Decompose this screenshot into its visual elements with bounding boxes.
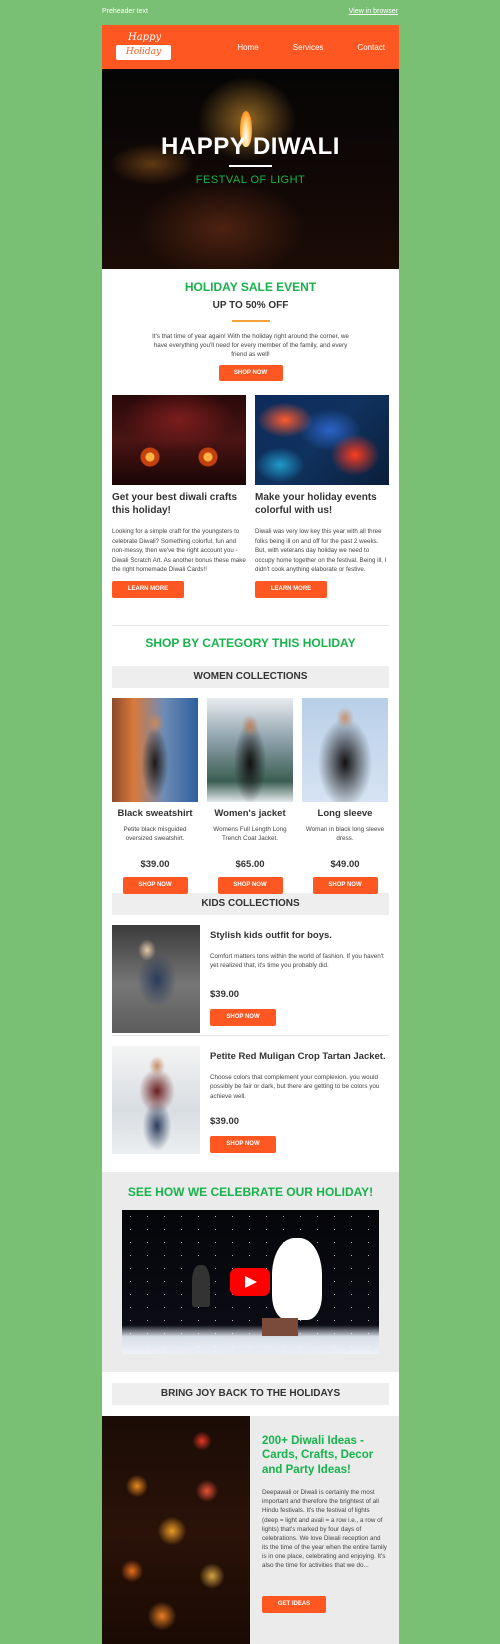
product-image[interactable]: [207, 698, 293, 802]
article-crafts: Get your best diwali crafts this holiday…: [112, 395, 246, 599]
robot-figure-image: [272, 1238, 322, 1320]
product-image[interactable]: [112, 1046, 200, 1154]
sale-subtitle: UP TO 50% OFF: [212, 300, 289, 311]
sale-section: HOLIDAY SALE EVENT UP TO 50% OFF It's th…: [102, 269, 399, 395]
preheader: Preheader text View in browser: [102, 0, 398, 22]
product-card: Long sleeve Woman in black long sleeve d…: [302, 698, 388, 894]
chimney-image: [262, 1318, 298, 1336]
product-name: Long sleeve: [317, 808, 373, 819]
hero-divider: [229, 165, 272, 167]
hero-title: HAPPY DIWALI: [161, 133, 340, 160]
product-price: $39.00: [140, 859, 170, 870]
shop-now-button[interactable]: SHOP NOW: [312, 877, 378, 894]
logo[interactable]: Happy Holiday: [116, 31, 171, 63]
article-body: Looking for a simple craft for the young…: [112, 528, 246, 574]
sale-title: HOLIDAY SALE EVENT: [184, 280, 317, 294]
shop-now-button[interactable]: SHOP NOW: [210, 1008, 276, 1026]
shop-now-button[interactable]: SHOP NOW: [210, 1135, 276, 1153]
sale-divider: [231, 320, 270, 322]
joy-section: 200+ Diwali Ideas - Cards, Crafts, Decor…: [102, 1416, 399, 1644]
product-name: Petite Red Muligan Crop Tartan Jacket.: [210, 1051, 386, 1062]
kid-product-info: Stylish kids outfit for boys. Comfort ma…: [210, 930, 388, 1026]
email-body: Happy Holiday Home Services Contact HAPP…: [102, 25, 399, 1644]
learn-more-button[interactable]: LEARN MORE: [255, 581, 327, 599]
product-image[interactable]: [112, 925, 200, 1033]
joy-heading-text: 200+ Diwali Ideas - Cards, Crafts, Decor…: [262, 1435, 374, 1476]
get-ideas-button[interactable]: GET IDEAS: [262, 1596, 326, 1614]
preheader-text: Preheader text: [102, 7, 148, 15]
product-card: Black sweatshirt Petite black misguided …: [112, 698, 198, 894]
page: Preheader text View in browser Happy Hol…: [0, 0, 500, 1644]
product-price: $39.00: [210, 988, 240, 1000]
logo-line1: Happy: [128, 32, 162, 43]
articles: Get your best diwali crafts this holiday…: [102, 395, 399, 625]
product-price: $65.00: [235, 859, 265, 870]
celebrate-title: SEE HOW WE CELEBRATE OUR HOLIDAY!: [127, 1185, 374, 1199]
learn-more-button[interactable]: LEARN MORE: [112, 581, 184, 599]
hero-subtitle: FESTVAL OF LIGHT: [195, 174, 306, 186]
article-colorful: Make your holiday events colorful with u…: [255, 395, 389, 599]
child-figure-image: [192, 1265, 210, 1307]
nav-contact[interactable]: Contact: [357, 43, 385, 52]
product-desc: Petite black misguided oversized sweatsh…: [123, 826, 187, 843]
hero-banner: HAPPY DIWALI FESTVAL OF LIGHT: [102, 69, 399, 269]
kids-collections-heading: KIDS COLLECTIONS: [112, 893, 389, 915]
article-title: Make your holiday events colorful with u…: [255, 492, 377, 516]
joy-body: Deepawali or Diwali is certainly the mos…: [262, 1489, 387, 1570]
nav-home[interactable]: Home: [237, 43, 258, 52]
celebrate-section: SEE HOW WE CELEBRATE OUR HOLIDAY!: [102, 1172, 399, 1372]
logo-line2: Holiday: [116, 45, 171, 60]
joy-heading: BRING JOY BACK TO THE HOLIDAYS: [112, 1383, 389, 1405]
product-name: Women's jacket: [214, 808, 286, 819]
article-title: Get your best diwali crafts this holiday…: [112, 492, 238, 516]
main-nav: Home Services Contact: [203, 43, 385, 52]
product-desc: Choose colors that complement your compl…: [210, 1074, 380, 1100]
sale-shop-now-button[interactable]: SHOP NOW: [218, 365, 283, 382]
shop-now-button[interactable]: SHOP NOW: [122, 877, 188, 894]
article-body: Diwali was very low key this year with a…: [255, 528, 387, 574]
product-desc: Woman in black long sleeve dress.: [305, 826, 385, 843]
product-image[interactable]: [112, 698, 198, 802]
video-thumbnail[interactable]: [122, 1210, 379, 1354]
shop-now-button[interactable]: SHOP NOW: [217, 877, 283, 894]
category-title: SHOP BY CATEGORY THIS HOLIDAY: [145, 636, 356, 650]
view-in-browser-link[interactable]: View in browser: [349, 8, 398, 15]
joy-info: 200+ Diwali Ideas - Cards, Crafts, Decor…: [262, 1434, 387, 1614]
play-icon[interactable]: [230, 1268, 270, 1296]
kid-product: Stylish kids outfit for boys. Comfort ma…: [112, 915, 389, 1035]
product-desc: Womens Full Length Long Trench Coat Jack…: [213, 826, 287, 843]
kid-product: Petite Red Muligan Crop Tartan Jacket. C…: [112, 1036, 389, 1172]
neon-lights-image: [102, 1416, 250, 1644]
product-name: Black sweatshirt: [117, 808, 193, 819]
product-desc: Comfort matters tons within the world of…: [210, 953, 384, 970]
crafts-mask-image: [112, 395, 246, 485]
sale-body: It's that time of year again! With the h…: [152, 333, 349, 359]
product-price: $39.00: [210, 1115, 240, 1127]
women-collections-heading: WOMEN COLLECTIONS: [112, 666, 389, 688]
joy-heading-wrap: BRING JOY BACK TO THE HOLIDAYS: [102, 1372, 399, 1416]
header: Happy Holiday Home Services Contact: [102, 25, 399, 69]
product-price: $49.00: [330, 859, 360, 870]
kid-product-info: Petite Red Muligan Crop Tartan Jacket. C…: [210, 1051, 388, 1153]
product-image[interactable]: [302, 698, 388, 802]
product-card: Women's jacket Womens Full Length Long T…: [207, 698, 293, 894]
colorful-paint-image: [255, 395, 389, 485]
product-name: Stylish kids outfit for boys.: [210, 930, 332, 941]
women-products: Black sweatshirt Petite black misguided …: [102, 688, 399, 894]
nav-services[interactable]: Services: [293, 43, 324, 52]
